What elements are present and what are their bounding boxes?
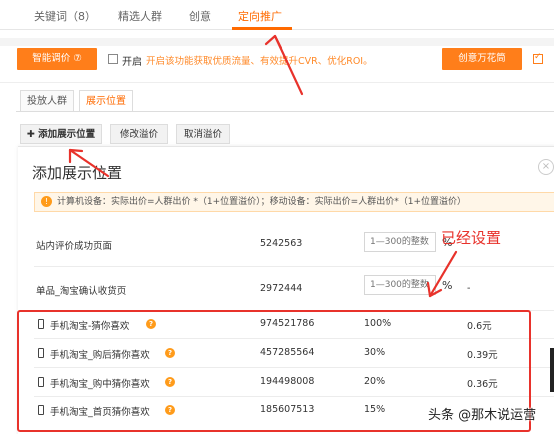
divider: [0, 82, 554, 83]
tab-creative[interactable]: 创意: [189, 8, 211, 24]
enable-checkbox[interactable]: [108, 54, 118, 64]
position-name: 单品_淘宝确认收货页: [36, 286, 127, 297]
tab-keywords[interactable]: 关键词（8）: [34, 8, 96, 24]
enable-label: 开启: [122, 57, 142, 68]
subtab-display-position[interactable]: 展示位置: [79, 90, 133, 112]
enable-hint: 开启该功能获取优质流量、有效提升CVR、优化ROI。: [146, 56, 373, 67]
annotation-label: 已经设置: [441, 229, 502, 247]
section-divider: [0, 38, 554, 46]
tab-targeted-promotion[interactable]: 定向推广: [238, 8, 282, 24]
table-row: 单品_淘宝确认收货页 2972444 % -: [34, 247, 554, 297]
table-row: 站内评价成功页面 5242563 %: [34, 201, 554, 252]
cancel-premium-button[interactable]: 取消溢价: [176, 124, 230, 144]
active-tab-indicator: [232, 27, 292, 30]
creative-checkbox[interactable]: [533, 52, 543, 64]
top-tab-bar: 关键词（8） 精选人群 创意 定向推广: [0, 0, 554, 30]
subtab-audience[interactable]: 投放人群: [20, 90, 74, 112]
subtab-baseline: [16, 111, 554, 112]
percent-sign: %: [442, 279, 453, 292]
smart-bid-button[interactable]: 智能调价 ⑦: [17, 48, 97, 70]
price-placeholder: -: [467, 283, 471, 294]
modify-premium-button[interactable]: 修改溢价: [110, 124, 168, 144]
creative-kaleidoscope-button[interactable]: 创意万花筒: [442, 48, 522, 70]
dialog-title: 添加展示位置: [32, 164, 123, 182]
close-icon[interactable]: ×: [538, 159, 554, 175]
scrollbar[interactable]: [550, 348, 554, 392]
smart-bid-bar: 智能调价 ⑦ 开启 开启该功能获取优质流量、有效提升CVR、优化ROI。 创意万…: [0, 48, 554, 72]
add-display-position-button[interactable]: ✚ 添加展示位置: [20, 124, 102, 144]
watermark: 头条 @那木说运营: [428, 408, 537, 423]
tab-selected-audience[interactable]: 精选人群: [118, 8, 162, 24]
position-traffic: 2972444: [260, 283, 303, 294]
premium-input[interactable]: [364, 275, 436, 295]
